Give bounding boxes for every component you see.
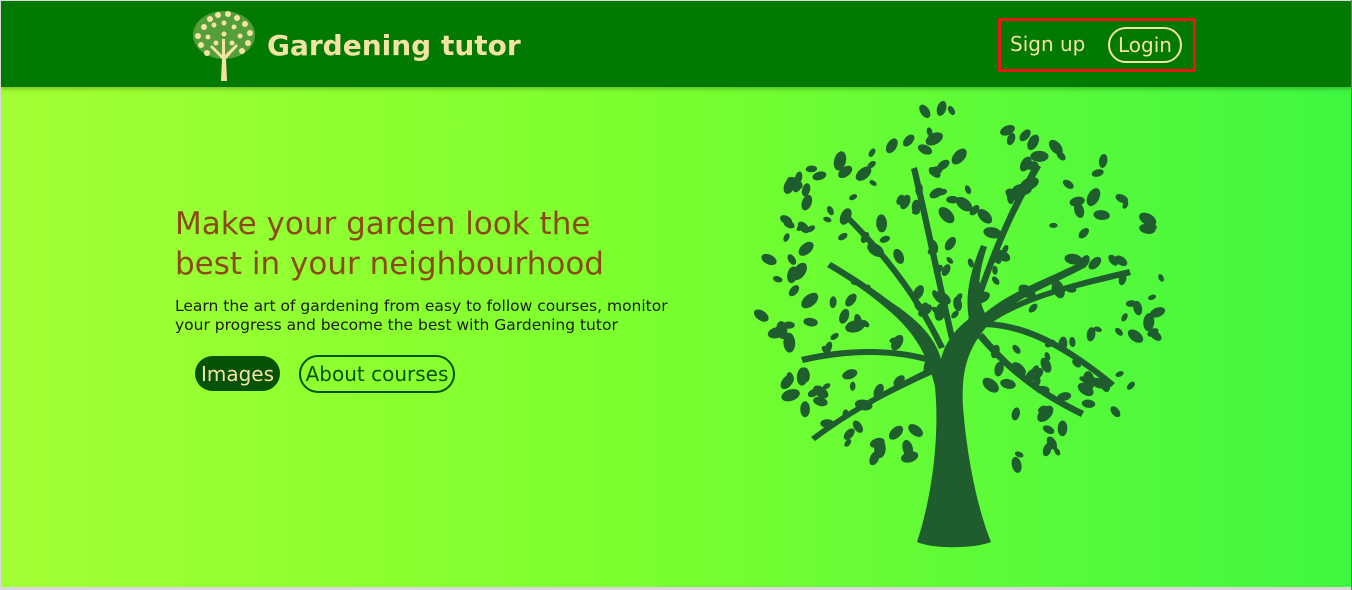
page: Gardening tutor Sign up Login Make your … — [1, 1, 1351, 587]
brand-name: Gardening tutor — [267, 28, 521, 62]
tree-logo-icon — [193, 11, 255, 81]
about-courses-button[interactable]: About courses — [299, 355, 455, 393]
login-button[interactable]: Login — [1108, 27, 1182, 63]
brand[interactable]: Gardening tutor — [190, 9, 521, 81]
hero-headline-line1: Make your garden look the — [175, 206, 591, 242]
signup-link[interactable]: Sign up — [1010, 32, 1085, 56]
hero-subtext-line2: your progress and become the best with G… — [175, 316, 618, 334]
hero-subtext-line1: Learn the art of gardening from easy to … — [175, 297, 668, 315]
hero-subtext: Learn the art of gardening from easy to … — [175, 297, 675, 335]
hero-headline-line2: best in your neighbourhood — [175, 246, 604, 282]
navbar: Gardening tutor Sign up Login — [1, 1, 1351, 87]
images-button[interactable]: Images — [195, 356, 280, 391]
auth-links-group: Sign up Login — [998, 18, 1196, 72]
hero-headline: Make your garden look the best in your n… — [175, 204, 695, 284]
tree-illustration — [753, 100, 1166, 548]
